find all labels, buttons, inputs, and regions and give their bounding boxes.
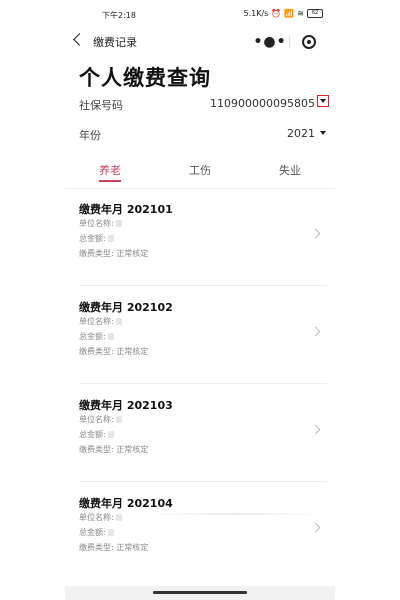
record-item[interactable]: 缴费年月 202103 单位名称: 总金额: 缴费类型: 正常核定: [65, 384, 335, 482]
active-tab-indicator: [99, 180, 121, 182]
record-item[interactable]: 缴费年月 202101 单位名称: 总金额: 缴费类型: 正常核定: [65, 188, 335, 286]
ssn-value: 110900000095805: [210, 97, 315, 110]
status-time: 下午2:18: [102, 11, 136, 20]
tab-pension[interactable]: 养老: [65, 162, 155, 178]
chevron-right-icon: [310, 326, 321, 337]
status-indicators: 5.1K/s ⏰ 📶 ≋ 62: [244, 9, 323, 18]
record-total: 总金额:: [79, 527, 114, 538]
ssn-label: 社保号码: [79, 99, 123, 112]
year-row[interactable]: 年份 2021: [79, 127, 327, 143]
more-icon[interactable]: •●•: [251, 31, 289, 53]
nav-title: 缴费记录: [93, 36, 137, 49]
chevron-right-icon: [310, 424, 321, 435]
tab-unemployment[interactable]: 失业: [245, 162, 335, 178]
wifi-icon: ≋: [297, 9, 304, 18]
record-month: 缴费年月 202101: [79, 203, 173, 216]
record-item[interactable]: 缴费年月 202102 单位名称: 总金额: 缴费类型: 正常核定: [65, 286, 335, 384]
nav-bar: 缴费记录 •●•: [65, 30, 335, 56]
record-type: 缴费类型: 正常核定: [79, 543, 149, 552]
network-speed: 5.1K/s: [243, 9, 269, 18]
record-total: 总金额:: [79, 331, 114, 342]
back-icon[interactable]: [73, 33, 86, 46]
record-item[interactable]: 缴费年月 202104 单位名称: 总金额: 缴费类型: 正常核定: [65, 482, 335, 580]
record-month: 缴费年月 202104: [79, 497, 173, 510]
caret-down-icon: [320, 99, 326, 103]
bottom-bar: [65, 586, 335, 600]
record-type: 缴费类型: 正常核定: [79, 347, 149, 356]
home-indicator[interactable]: [153, 591, 247, 594]
tab-work-injury[interactable]: 工伤: [155, 162, 245, 178]
year-value: 2021: [287, 127, 315, 140]
ssn-dropdown-highlight[interactable]: [317, 95, 329, 107]
battery-level: 62: [311, 10, 319, 16]
status-bar: 下午2:18 5.1K/s ⏰ 📶 ≋ 62: [65, 0, 335, 30]
caret-down-icon: [320, 131, 326, 135]
record-total: 总金额:: [79, 233, 114, 244]
record-company: 单位名称:: [79, 218, 122, 229]
record-type: 缴费类型: 正常核定: [79, 445, 149, 454]
close-mini-program-icon[interactable]: [290, 35, 327, 49]
mini-program-capsule: •●•: [251, 31, 327, 53]
battery-icon: 62: [307, 9, 323, 18]
record-company: 单位名称:: [79, 316, 122, 327]
page-title: 个人缴费查询: [79, 66, 211, 90]
year-label: 年份: [79, 129, 101, 142]
chevron-right-icon: [310, 228, 321, 239]
record-total: 总金额:: [79, 429, 114, 440]
phone-screen: 下午2:18 5.1K/s ⏰ 📶 ≋ 62 缴费记录 •●• 个人缴费查询 社…: [65, 0, 335, 600]
record-company: 单位名称:: [79, 512, 122, 523]
chevron-right-icon: [310, 522, 321, 533]
record-type: 缴费类型: 正常核定: [79, 249, 149, 258]
insurance-tabs: 养老 工伤 失业: [65, 162, 335, 189]
record-month: 缴费年月 202102: [79, 301, 173, 314]
alarm-icon: ⏰: [271, 9, 282, 18]
ssn-row[interactable]: 社保号码 110900000095805: [79, 95, 329, 113]
record-month: 缴费年月 202103: [79, 399, 173, 412]
record-company: 单位名称:: [79, 414, 122, 425]
signal-icon: 📶: [284, 9, 295, 18]
